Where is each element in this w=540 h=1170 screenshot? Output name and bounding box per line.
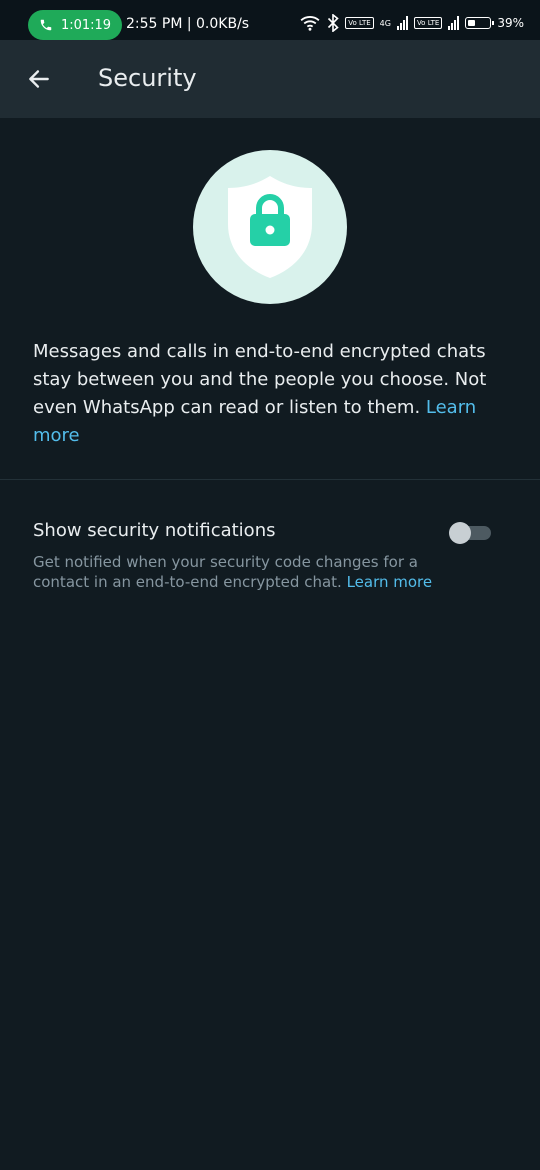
setting-learn-more-link[interactable]: Learn more	[347, 573, 433, 591]
setting-description: Get notified when your security code cha…	[33, 552, 453, 592]
security-illustration	[193, 150, 347, 304]
app-bar: Security	[0, 40, 540, 118]
divider	[0, 479, 540, 480]
back-button[interactable]	[22, 62, 56, 96]
encryption-description: Messages and calls in end-to-end encrypt…	[33, 338, 503, 450]
battery-percent: 39%	[497, 16, 524, 30]
shield-lock-icon	[228, 176, 312, 278]
status-bar: 1:01:19 2:55 PM | 0.0KB/s Vo LTE 4G Vo L…	[0, 0, 540, 40]
battery-icon	[465, 17, 495, 29]
security-notifications-toggle[interactable]	[447, 518, 493, 546]
phone-icon	[40, 19, 52, 31]
bluetooth-icon	[328, 14, 339, 32]
page-title: Security	[98, 64, 197, 92]
volte-badge: Vo LTE	[345, 17, 374, 29]
back-arrow-icon	[29, 70, 49, 88]
network-type-label: 4G	[379, 18, 391, 28]
wifi-icon	[300, 16, 320, 31]
security-notifications-setting[interactable]: Show security notifications Get notified…	[0, 500, 540, 620]
volte-badge-2: Vo LTE	[413, 17, 443, 29]
setting-title: Show security notifications	[33, 520, 276, 541]
status-info: 2:55 PM | 0.0KB/s	[126, 16, 250, 32]
encryption-description-text: Messages and calls in end-to-end encrypt…	[33, 341, 487, 418]
call-timer: 1:01:19	[60, 17, 112, 33]
status-icons: Vo LTE 4G Vo LTE 39%	[299, 11, 524, 35]
ongoing-call-pill[interactable]: 1:01:19	[28, 10, 122, 40]
toggle-thumb	[449, 522, 471, 544]
signal-icon-2	[448, 16, 460, 30]
signal-icon	[396, 16, 408, 30]
